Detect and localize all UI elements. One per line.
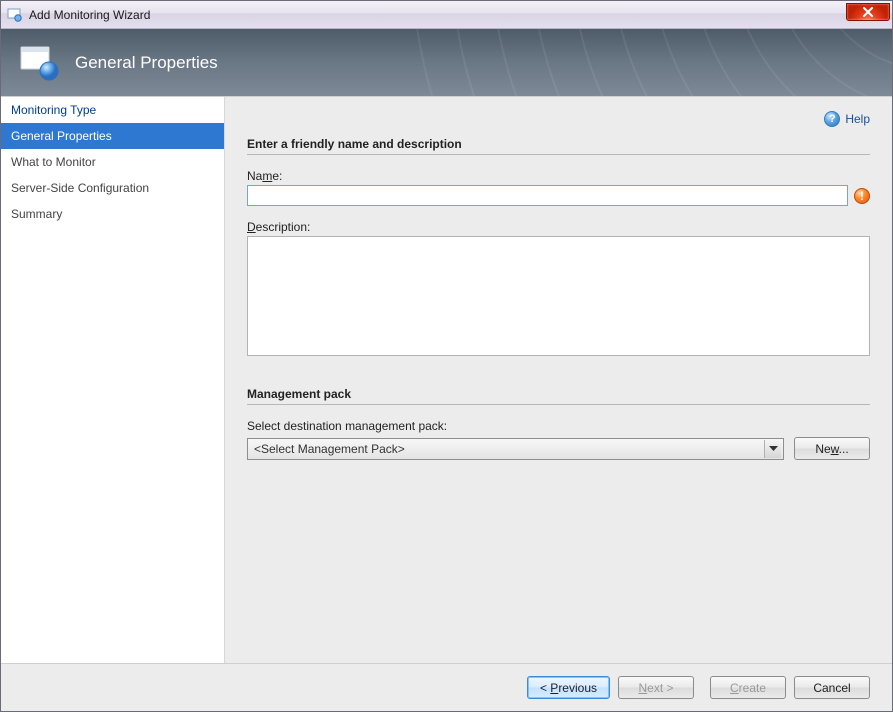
name-input[interactable] bbox=[247, 185, 848, 206]
body: Monitoring Type General Properties What … bbox=[1, 96, 892, 663]
close-button[interactable] bbox=[846, 3, 890, 21]
titlebar[interactable]: Add Monitoring Wizard bbox=[1, 1, 892, 29]
sidebar-item-what-to-monitor[interactable]: What to Monitor bbox=[1, 149, 224, 175]
mp-select-value: <Select Management Pack> bbox=[254, 442, 405, 456]
sidebar: Monitoring Type General Properties What … bbox=[1, 97, 225, 663]
sidebar-item-monitoring-type[interactable]: Monitoring Type bbox=[1, 97, 224, 123]
help-label: Help bbox=[845, 112, 870, 126]
wizard-window: Add Monitoring Wizard G bbox=[0, 0, 893, 712]
next-button: Next > bbox=[618, 676, 694, 699]
banner-title: General Properties bbox=[75, 53, 218, 73]
chevron-down-icon bbox=[764, 440, 781, 458]
footer: < Previous Next > Create Cancel bbox=[1, 663, 892, 711]
help-icon: ? bbox=[824, 111, 840, 127]
window-title: Add Monitoring Wizard bbox=[29, 8, 846, 22]
create-button: Create bbox=[710, 676, 786, 699]
mp-select[interactable]: <Select Management Pack> bbox=[247, 438, 784, 460]
banner-icon bbox=[19, 43, 59, 83]
main-panel: ? Help Enter a friendly name and descrip… bbox=[225, 97, 892, 663]
previous-button[interactable]: < Previous bbox=[527, 676, 610, 699]
new-button[interactable]: New... bbox=[794, 437, 870, 460]
description-input[interactable] bbox=[247, 236, 870, 356]
app-icon bbox=[7, 7, 23, 23]
sidebar-item-summary[interactable]: Summary bbox=[1, 201, 224, 227]
cancel-button[interactable]: Cancel bbox=[794, 676, 870, 699]
sidebar-item-server-side-configuration[interactable]: Server-Side Configuration bbox=[1, 175, 224, 201]
help-link[interactable]: ? Help bbox=[824, 111, 870, 127]
banner: General Properties bbox=[1, 29, 892, 96]
section-heading-mp: Management pack bbox=[247, 387, 870, 405]
error-icon: ! bbox=[854, 188, 870, 204]
name-label: Name: bbox=[247, 169, 870, 183]
sidebar-item-general-properties[interactable]: General Properties bbox=[1, 123, 224, 149]
section-heading-friendly: Enter a friendly name and description bbox=[247, 137, 870, 155]
mp-select-label: Select destination management pack: bbox=[247, 419, 870, 433]
description-label: Description: bbox=[247, 220, 870, 234]
